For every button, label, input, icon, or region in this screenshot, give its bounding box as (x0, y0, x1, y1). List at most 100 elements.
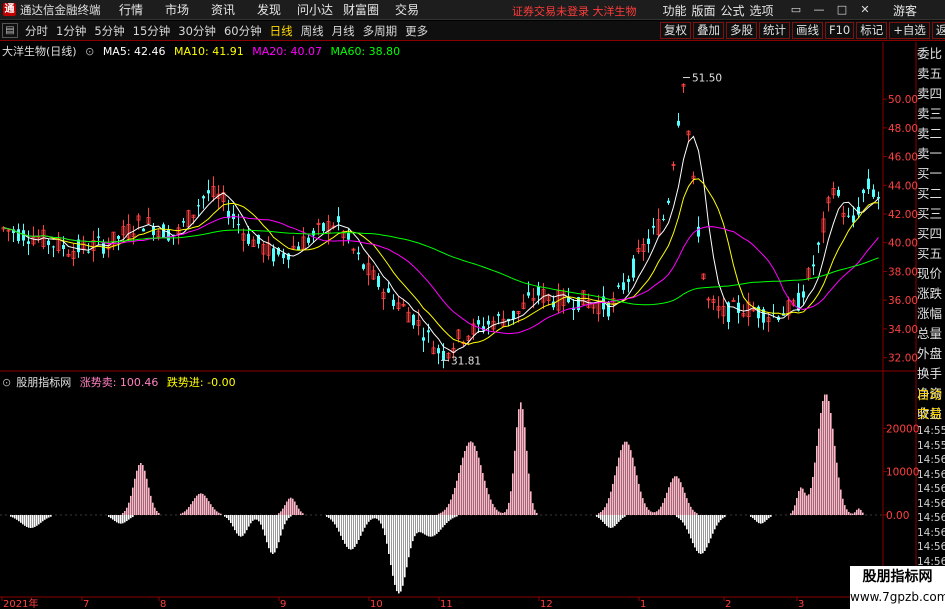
sell-bar (532, 503, 534, 515)
sub-y-tick-label: 20000 (886, 423, 919, 435)
sell-bar (290, 497, 292, 515)
indicator-name[interactable]: 股朋指标网 (16, 376, 71, 389)
sell-bar (854, 512, 856, 515)
indicator-settings-icon[interactable]: ⊙ (2, 376, 11, 389)
sidebar-item[interactable]: 卖三 (917, 104, 945, 124)
sidebar-item[interactable]: 卖五 (917, 64, 945, 84)
sell-bar (634, 466, 636, 515)
sell-bar (600, 511, 602, 515)
auto-trade-label[interactable]: 自动 (917, 385, 945, 404)
buy-bar (676, 515, 678, 518)
stock-name[interactable]: 大洋生物(日线) (2, 45, 77, 58)
sell-bar (860, 509, 862, 515)
sell-bar (292, 498, 294, 515)
chart-canvas[interactable]: 50.00 48.00 46.00 44.00 42.00 40.00 38.00 36.00… (0, 0, 945, 609)
buy-bar (118, 515, 120, 524)
buy-bar (332, 515, 334, 522)
sidebar-item[interactable]: 买二 (917, 184, 945, 204)
buy-bar (750, 515, 752, 517)
buy-bar (718, 515, 720, 523)
candle-body (487, 320, 490, 325)
y-tick-label: 32.00 (888, 353, 918, 365)
x-tick-label: 11 (440, 599, 453, 609)
sidebar-item[interactable]: 买五 (917, 244, 945, 264)
buy-bar (684, 515, 686, 526)
buy-bar (236, 515, 238, 534)
sell-bar (628, 444, 630, 515)
sell-bar (482, 473, 484, 515)
buy-bar (360, 515, 362, 536)
sell-bar (510, 491, 512, 515)
sell-bar (828, 401, 830, 515)
buy-bar (450, 515, 452, 520)
sidebar-item[interactable]: 卖四 (917, 84, 945, 104)
buy-bar (766, 515, 768, 520)
buy-bar (420, 515, 422, 533)
sell-bar (480, 465, 482, 515)
buy-bar (762, 515, 764, 524)
sidebar-item[interactable]: 外盘 (917, 344, 945, 364)
candle-body (207, 190, 210, 194)
buy-bar (452, 515, 454, 519)
x-tick-label: 8 (160, 599, 166, 609)
candle-body (812, 264, 815, 267)
sell-bar (156, 510, 158, 515)
buy-bar (352, 515, 354, 549)
sell-bar (524, 427, 526, 515)
sell-bar (472, 442, 474, 515)
sidebar-item[interactable]: 买三 (917, 204, 945, 224)
sidebar-item[interactable]: 换手 (917, 364, 945, 384)
auto-trade-label[interactable]: 交易 (917, 404, 945, 423)
candle-body (387, 288, 390, 293)
sidebar-item[interactable]: 买一 (917, 164, 945, 184)
sell-bar (148, 487, 150, 515)
sell-bar (658, 509, 660, 515)
sell-bar (818, 428, 820, 515)
candle-body (652, 225, 655, 228)
buy-bar (242, 515, 244, 536)
sell-bar (464, 450, 466, 515)
sell-bar (670, 482, 672, 515)
buy-bar (424, 515, 426, 535)
buy-bar (254, 515, 256, 520)
sell-bar (448, 503, 450, 515)
x-tick-label: 3 (798, 599, 804, 609)
sell-bar (836, 462, 838, 515)
sub-y-tick-label: 10000 (886, 467, 919, 479)
buy-bar (16, 515, 18, 520)
candle-body (622, 282, 625, 290)
sell-bar (134, 478, 136, 515)
sell-bar (212, 507, 214, 515)
candle-body (377, 275, 380, 287)
buy-bar (706, 515, 708, 548)
sell-bar (278, 513, 280, 515)
sell-bar (684, 492, 686, 515)
sidebar-item[interactable]: 现价 (917, 264, 945, 284)
sidebar-item[interactable]: 涨跌 (917, 284, 945, 304)
high-label: 51.50 (692, 73, 722, 85)
buy-bar (348, 515, 350, 549)
sell-bar (640, 491, 642, 515)
sell-bar (838, 477, 840, 515)
buy-bar (384, 515, 386, 536)
buy-bar (600, 515, 602, 520)
buy-bar (716, 515, 718, 526)
sell-bar (506, 509, 508, 515)
buy-bar (284, 515, 286, 525)
candle-body (662, 218, 665, 220)
sell-bar (282, 508, 284, 515)
sell-bar (602, 510, 604, 515)
sidebar-item[interactable]: 总量 (917, 324, 945, 344)
settings-icon[interactable]: ⊙ (85, 45, 94, 58)
sell-bar (460, 465, 462, 515)
sidebar-item[interactable]: 卖二 (917, 124, 945, 144)
buy-bar (618, 515, 620, 522)
quote-sidebar: 委比 卖五 卖四 卖三 卖二 卖一 买一 买二 买三 买四 买五 现价 涨跌 涨幅 总量 外盘 换手 净资 收益 (917, 44, 945, 424)
sell-bar (604, 507, 606, 515)
buy-bar (686, 515, 688, 530)
sidebar-item[interactable]: 委比 (917, 44, 945, 64)
sell-bar (512, 473, 514, 515)
sidebar-item[interactable]: 涨幅 (917, 304, 945, 324)
sidebar-item[interactable]: 买四 (917, 224, 945, 244)
sidebar-item[interactable]: 卖一 (917, 144, 945, 164)
